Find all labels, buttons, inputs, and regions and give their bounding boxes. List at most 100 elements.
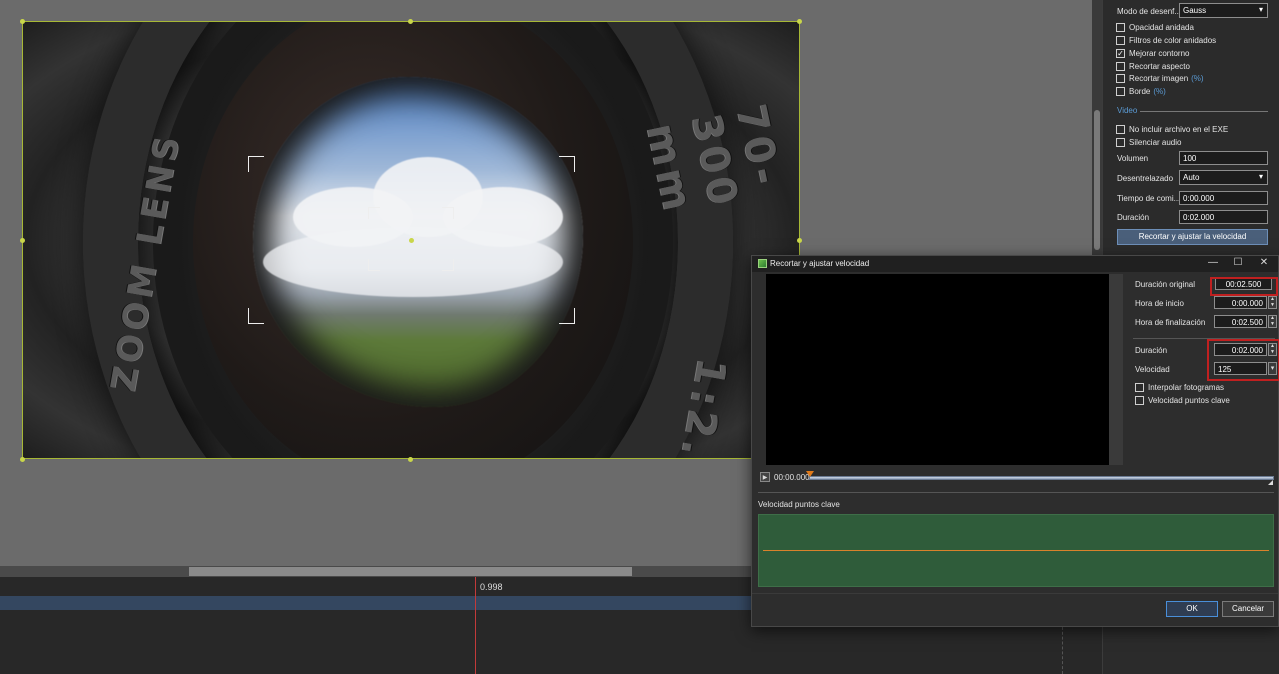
blur-mode-value: Gauss [1183,6,1207,15]
checkbox-icon[interactable] [1116,74,1125,83]
start-time-spinner[interactable]: ▲ ▼ [1268,296,1277,309]
dialog-video-side-strip [1109,274,1123,465]
resize-handle[interactable] [797,19,802,24]
checkbox-label: Mejorar contorno [1129,49,1190,58]
panel-scrollbar[interactable] [1092,0,1102,256]
center-corner [368,207,380,219]
checkbox-crop-image[interactable]: Recortar imagen (%) [1116,74,1204,83]
checkbox-border[interactable]: Borde (%) [1116,87,1166,96]
percent-link[interactable]: (%) [1153,87,1165,96]
keyframe-speed-line[interactable] [763,550,1269,551]
checkbox-icon[interactable] [1116,87,1125,96]
cancel-button[interactable]: Cancelar [1222,601,1274,617]
start-time-label: Tiempo de comi... [1117,194,1181,203]
volume-label: Volumen [1117,154,1149,163]
checkbox-icon[interactable] [1135,396,1144,405]
checkbox-crop-aspect[interactable]: Recortar aspecto [1116,62,1190,71]
trim-speed-dialog: Recortar y ajustar velocidad — ☐ ✕ Durac… [751,255,1279,627]
start-time-field[interactable]: 0:00.000 [1214,296,1267,309]
seek-end-marker[interactable] [1268,480,1273,485]
checkbox-icon[interactable] [1135,383,1144,392]
percent-link[interactable]: (%) [1191,74,1203,83]
checkbox-nested-color-filters[interactable]: Filtros de color anidados [1116,36,1216,45]
highlight-box [1210,277,1278,296]
dialog-titlebar[interactable]: Recortar y ajustar velocidad — ☐ ✕ [752,256,1278,272]
checkbox-mute-audio[interactable]: Silenciar audio [1116,138,1181,147]
deinterlace-select[interactable]: Auto ▾ [1179,170,1268,185]
scrollbar-thumb[interactable] [189,567,632,576]
blur-mode-label: Modo de desenf... [1117,7,1182,16]
checkbox-label: Opacidad anidada [1129,23,1194,32]
resize-handle[interactable] [408,19,413,24]
start-time-field[interactable]: 0:00.000 [1179,191,1268,205]
play-time: 00:00.000 [774,473,810,482]
checkbox-label: Velocidad puntos clave [1148,396,1230,405]
maximize-icon[interactable]: ☐ [1228,257,1248,268]
crop-corner [248,156,264,172]
play-icon[interactable]: ▶ [760,472,770,482]
resize-handle[interactable] [20,19,25,24]
seek-track[interactable] [809,476,1274,480]
deinterlace-value: Auto [1183,173,1200,182]
duration-label: Duración [1117,213,1150,222]
dialog-video-preview [766,274,1109,465]
ok-button[interactable]: OK [1166,601,1218,617]
original-duration-label: Duración original [1135,280,1196,289]
crop-corner [248,308,264,324]
chevron-down-icon: ▾ [1258,5,1263,14]
checkbox-icon[interactable] [1116,62,1125,71]
keyframe-speed-graph[interactable] [758,514,1274,587]
crop-corner [559,156,575,172]
center-point[interactable] [409,238,414,243]
checkbox-nested-opacity[interactable]: Opacidad anidada [1116,23,1194,32]
checkbox-label: Interpolar fotogramas [1148,383,1225,392]
checkmark-icon[interactable]: ✓ [1116,49,1125,58]
center-corner [442,259,454,271]
end-time-label: Hora de finalización [1135,318,1206,327]
trim-speed-button[interactable]: Recortar y ajustar la velocidad [1117,229,1268,245]
checkbox-icon[interactable] [1116,138,1125,147]
app-icon [758,259,767,268]
keyframes-title: Velocidad puntos clave [758,500,840,509]
app-window: ZOOM LENS 70-300 mm 1:2.8 0.998 Modo de … [0,0,1279,674]
resize-handle[interactable] [408,457,413,462]
timeline-playhead[interactable] [475,577,476,674]
highlight-box [1207,339,1279,381]
close-icon[interactable]: ✕ [1254,257,1274,268]
deinterlace-label: Desentrelazado [1117,174,1174,183]
dialog-footer-separator [752,593,1278,594]
section-divider [1140,111,1268,112]
checkbox-icon[interactable] [1116,36,1125,45]
checkbox-label: Recortar aspecto [1129,62,1190,71]
checkbox-label: No incluir archivo en el EXE [1129,125,1229,134]
blur-mode-select[interactable]: Gauss ▾ [1179,3,1268,18]
resize-handle[interactable] [20,238,25,243]
checkbox-keyframe-speed[interactable]: Velocidad puntos clave [1135,396,1230,405]
section-video-title: Video [1117,106,1138,115]
scrollbar-thumb[interactable] [1094,110,1100,250]
minimize-icon[interactable]: — [1203,257,1223,268]
resize-handle[interactable] [20,457,25,462]
checkbox-icon[interactable] [1116,23,1125,32]
timeline-time-label: 0.998 [480,582,503,592]
resize-handle[interactable] [797,238,802,243]
video-object-frame[interactable]: ZOOM LENS 70-300 mm 1:2.8 [22,21,800,459]
checkbox-label: Borde [1129,87,1151,96]
checkbox-label: Filtros de color anidados [1129,36,1217,45]
checkbox-interpolate-frames[interactable]: Interpolar fotogramas [1135,383,1224,392]
volume-field[interactable]: 100 [1179,151,1268,165]
center-corner [442,207,454,219]
dialog-title: Recortar y ajustar velocidad [770,259,870,268]
checkbox-improve-edge[interactable]: ✓ Mejorar contorno [1116,49,1189,58]
duration-field[interactable]: 0:02.000 [1179,210,1268,224]
end-time-field[interactable]: 0:02.500 [1214,315,1267,328]
seek-start-marker[interactable] [806,471,814,477]
checkbox-exclude-from-exe[interactable]: No incluir archivo en el EXE [1116,125,1228,134]
checkbox-icon[interactable] [1116,125,1125,134]
crop-corner [559,308,575,324]
start-time-label: Hora de inicio [1135,299,1184,308]
end-time-spinner[interactable]: ▲ ▼ [1268,315,1277,328]
chevron-down-icon: ▾ [1258,172,1263,181]
center-corner [368,259,380,271]
duration-label: Duración [1135,346,1168,355]
